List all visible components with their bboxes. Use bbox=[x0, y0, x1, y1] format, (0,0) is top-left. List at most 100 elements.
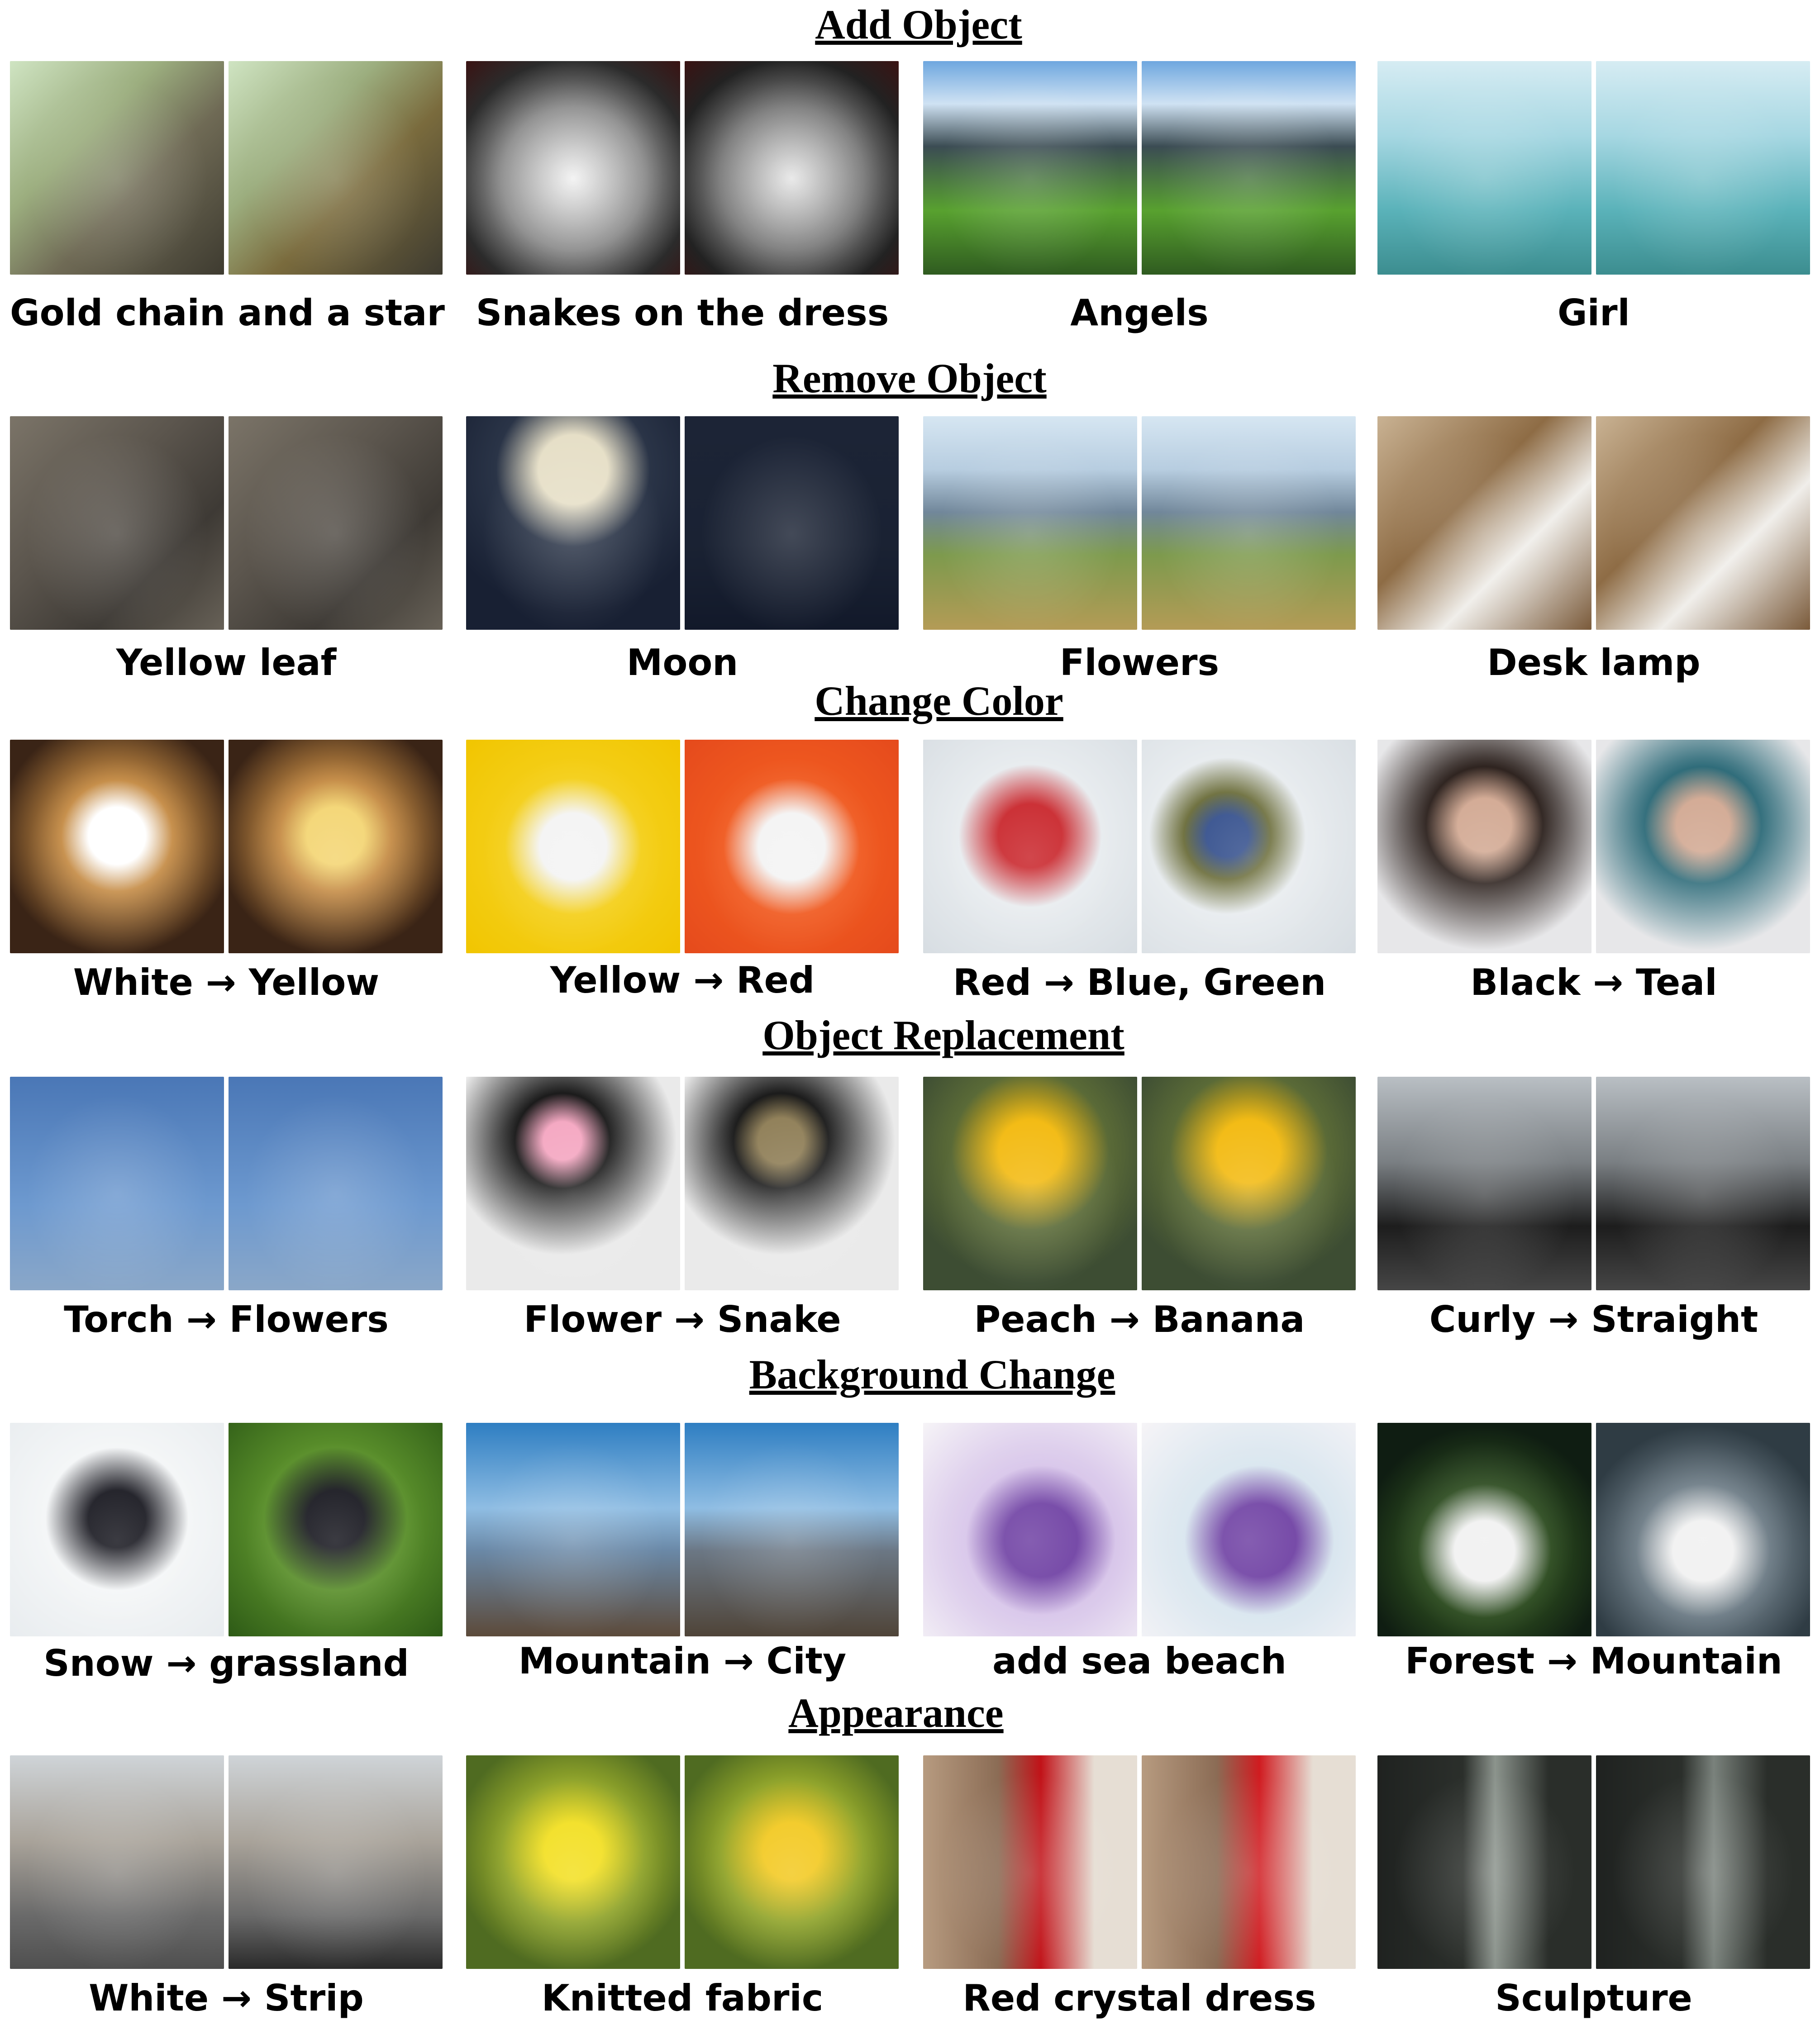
source-image bbox=[1377, 740, 1591, 953]
caption-4-1: Torch → Flowers bbox=[64, 1298, 389, 1340]
caption-3-3: Red → Blue, Green bbox=[953, 961, 1326, 1003]
image-pair-4-1 bbox=[10, 1077, 443, 1290]
edited-image bbox=[1142, 61, 1356, 275]
edited-image bbox=[1142, 1755, 1356, 1969]
source-image bbox=[466, 740, 680, 953]
image-pair-2-3 bbox=[923, 416, 1356, 630]
edited-image bbox=[1596, 1423, 1810, 1636]
edited-image bbox=[685, 416, 899, 630]
image-pair-2-2 bbox=[466, 416, 899, 630]
caption-4-2: Flower → Snake bbox=[524, 1298, 841, 1340]
image-pair-1-2 bbox=[466, 61, 899, 275]
image-pair-3-3 bbox=[923, 740, 1356, 953]
source-image bbox=[1377, 416, 1591, 630]
image-pair-6-3 bbox=[923, 1755, 1356, 1969]
source-image bbox=[10, 1755, 224, 1969]
caption-2-4: Desk lamp bbox=[1487, 642, 1701, 684]
image-pair-3-2 bbox=[466, 740, 899, 953]
source-image bbox=[923, 740, 1137, 953]
image-pair-1-3 bbox=[923, 61, 1356, 275]
edited-image bbox=[1596, 61, 1810, 275]
section-title-add-object: Add Object bbox=[815, 1, 1022, 48]
image-pair-2-1 bbox=[10, 416, 443, 630]
image-pair-3-1 bbox=[10, 740, 443, 953]
edited-image bbox=[1596, 740, 1810, 953]
image-pair-3-4 bbox=[1377, 740, 1810, 953]
caption-6-1: White → Strip bbox=[89, 1977, 364, 2019]
edited-image bbox=[685, 740, 899, 953]
image-pair-4-2 bbox=[466, 1077, 899, 1290]
source-image bbox=[923, 1755, 1137, 1969]
edited-image bbox=[229, 416, 443, 630]
caption-6-3: Red crystal dress bbox=[962, 1977, 1316, 2019]
caption-5-1: Snow → grassland bbox=[43, 1642, 409, 1684]
source-image bbox=[1377, 1077, 1591, 1290]
source-image bbox=[466, 61, 680, 275]
edited-image bbox=[685, 61, 899, 275]
edited-image bbox=[229, 61, 443, 275]
edited-image bbox=[1142, 416, 1356, 630]
caption-2-1: Yellow leaf bbox=[116, 642, 337, 684]
edited-image bbox=[229, 1077, 443, 1290]
caption-1-1: Gold chain and a star bbox=[10, 292, 445, 334]
source-image bbox=[923, 1423, 1137, 1636]
edited-image bbox=[1596, 416, 1810, 630]
edited-image bbox=[1596, 1755, 1810, 1969]
source-image bbox=[1377, 1423, 1591, 1636]
image-pair-5-3 bbox=[923, 1423, 1356, 1636]
caption-5-3: add sea beach bbox=[992, 1640, 1286, 1682]
caption-6-2: Knitted fabric bbox=[541, 1977, 824, 2019]
image-pair-1-4 bbox=[1377, 61, 1810, 275]
edited-image bbox=[1142, 740, 1356, 953]
source-image bbox=[1377, 1755, 1591, 1969]
edited-image bbox=[229, 740, 443, 953]
edited-image bbox=[1142, 1077, 1356, 1290]
section-title-change-color: Change Color bbox=[815, 678, 1063, 724]
caption-5-4: Forest → Mountain bbox=[1405, 1640, 1782, 1682]
caption-6-4: Sculpture bbox=[1495, 1977, 1692, 2019]
source-image bbox=[10, 61, 224, 275]
caption-3-4: Black → Teal bbox=[1470, 961, 1717, 1003]
image-pair-5-1 bbox=[10, 1423, 443, 1636]
caption-1-3: Angels bbox=[1070, 292, 1209, 334]
caption-1-4: Girl bbox=[1558, 292, 1630, 334]
edited-image bbox=[229, 1755, 443, 1969]
section-title-remove-object: Remove Object bbox=[772, 355, 1047, 401]
image-pair-6-2 bbox=[466, 1755, 899, 1969]
image-pair-5-4 bbox=[1377, 1423, 1810, 1636]
source-image bbox=[10, 740, 224, 953]
edited-image bbox=[229, 1423, 443, 1636]
caption-3-1: White → Yellow bbox=[73, 961, 380, 1003]
edited-image bbox=[1142, 1423, 1356, 1636]
source-image bbox=[466, 416, 680, 630]
source-image bbox=[1377, 61, 1591, 275]
edited-image bbox=[685, 1755, 899, 1969]
image-pair-4-4 bbox=[1377, 1077, 1810, 1290]
source-image bbox=[923, 61, 1137, 275]
edited-image bbox=[1596, 1077, 1810, 1290]
source-image bbox=[10, 416, 224, 630]
image-pair-1-1 bbox=[10, 61, 443, 275]
section-title-object-replacement: Object Replacement bbox=[762, 1012, 1124, 1058]
caption-1-2: Snakes on the dress bbox=[476, 292, 889, 334]
image-pair-5-2 bbox=[466, 1423, 899, 1636]
source-image bbox=[10, 1423, 224, 1636]
caption-4-4: Curly → Straight bbox=[1429, 1298, 1758, 1340]
image-pair-6-4 bbox=[1377, 1755, 1810, 1969]
image-pair-2-4 bbox=[1377, 416, 1810, 630]
source-image bbox=[923, 416, 1137, 630]
section-title-background-change: Background Change bbox=[749, 1351, 1115, 1398]
caption-3-2: Yellow → Red bbox=[550, 959, 815, 1001]
source-image bbox=[466, 1755, 680, 1969]
image-pair-6-1 bbox=[10, 1755, 443, 1969]
edited-image bbox=[685, 1423, 899, 1636]
section-title-appearance: Appearance bbox=[788, 1690, 1004, 1736]
caption-4-3: Peach → Banana bbox=[974, 1298, 1305, 1340]
source-image bbox=[466, 1423, 680, 1636]
image-pair-4-3 bbox=[923, 1077, 1356, 1290]
caption-5-2: Mountain → City bbox=[518, 1640, 847, 1682]
edited-image bbox=[685, 1077, 899, 1290]
source-image bbox=[466, 1077, 680, 1290]
source-image bbox=[923, 1077, 1137, 1290]
source-image bbox=[10, 1077, 224, 1290]
